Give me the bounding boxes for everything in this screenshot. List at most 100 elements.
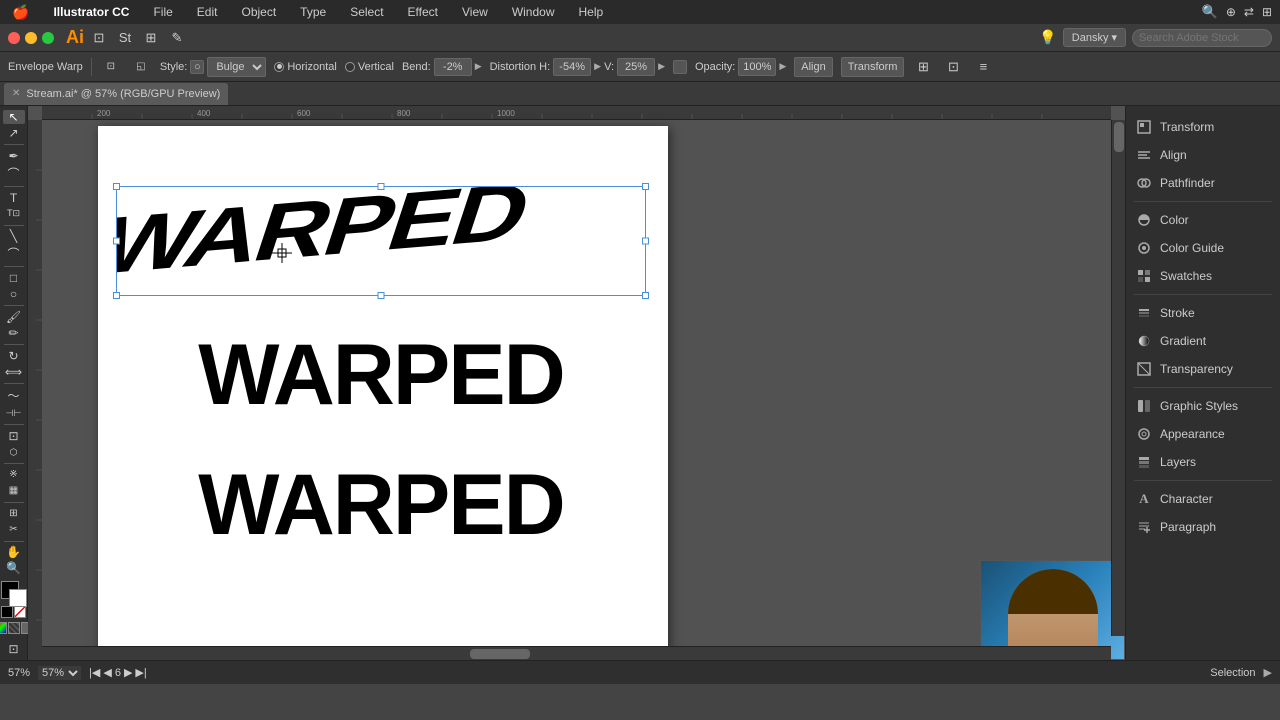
symbol-sprayer-tool[interactable]: ※ (3, 468, 25, 482)
opacity-arrow[interactable]: ▶ (779, 61, 786, 72)
tab-close-button[interactable]: ✕ (12, 88, 20, 99)
distortion-v-input[interactable] (617, 58, 655, 76)
character-panel-item[interactable]: A Character (1126, 486, 1280, 512)
menu-app[interactable]: Illustrator CC (49, 3, 133, 21)
handle-mid-left[interactable] (113, 238, 120, 245)
handle-bottom-mid[interactable] (378, 292, 385, 299)
appearance-panel-item[interactable]: Appearance (1126, 421, 1280, 447)
reflect-tool[interactable]: ⟺ (3, 365, 25, 379)
rotate-tool[interactable]: ↻ (3, 348, 25, 362)
ellipse-tool[interactable]: ○ (3, 287, 25, 301)
handle-mid-right[interactable] (642, 238, 649, 245)
menu-file[interactable]: File (149, 3, 176, 21)
warp-icon2[interactable]: ◱ (130, 56, 152, 78)
dist-v-right-arrow[interactable]: ▶ (658, 61, 665, 72)
align-panel-item[interactable]: Align (1126, 142, 1280, 168)
selection-tool[interactable]: ↖ (3, 110, 25, 124)
pencil-tool[interactable]: ✏ (3, 326, 25, 340)
menu-help[interactable]: Help (575, 3, 608, 21)
apple-menu[interactable]: 🍎 (8, 2, 33, 23)
pen-tool[interactable]: ✒ (3, 149, 25, 163)
gradient-panel-item[interactable]: Gradient (1126, 328, 1280, 354)
stock-icon[interactable]: St (114, 27, 136, 49)
distortion-h-input[interactable] (553, 58, 591, 76)
color-mode-icon[interactable] (0, 622, 7, 634)
vertical-scrollbar[interactable] (1111, 120, 1125, 636)
libraries-icon[interactable]: ⊞ (140, 27, 162, 49)
column-graph-tool[interactable]: ▦ (3, 484, 25, 498)
graphic-styles-panel-item[interactable]: Graphic Styles (1126, 393, 1280, 419)
style-select[interactable]: Bulge (207, 57, 266, 77)
warp-tool[interactable]: 〜 (3, 387, 25, 404)
type-tool[interactable]: T (3, 190, 25, 204)
change-screen-mode-icon[interactable]: ⊡ (3, 642, 25, 656)
menu-edit[interactable]: Edit (193, 3, 222, 21)
warp-envelope[interactable]: WARPED (116, 186, 646, 296)
dist-h-right-arrow[interactable]: ▶ (594, 61, 601, 72)
transparency-panel-item[interactable]: Transparency (1126, 356, 1280, 382)
arc-tool[interactable]: ⌒ (3, 245, 25, 262)
paintbrush-tool[interactable]: 🖌 (3, 310, 25, 324)
menu-object[interactable]: Object (237, 3, 280, 21)
menu-icon[interactable]: ≡ (972, 56, 994, 78)
bend-input[interactable] (434, 58, 472, 76)
menu-type[interactable]: Type (296, 3, 330, 21)
menu-select[interactable]: Select (346, 3, 387, 21)
free-transform-tool[interactable]: ⊡ (3, 429, 25, 443)
warp-icon1[interactable]: ⊡ (100, 56, 122, 78)
bridge-icon[interactable]: ⊡ (88, 27, 110, 49)
width-tool[interactable]: ⊣⊢ (3, 406, 25, 420)
grid-icon[interactable]: ⊞ (912, 56, 934, 78)
align-button[interactable]: Align (794, 57, 832, 77)
user-button[interactable]: Dansky ▾ (1063, 28, 1126, 47)
nav-prev[interactable]: ◀ (103, 666, 111, 679)
artboard-tool[interactable]: ⊞ (3, 506, 25, 520)
vertical-radio[interactable]: Vertical (345, 61, 394, 73)
nav-next[interactable]: ▶ (124, 666, 132, 679)
touch-type-tool[interactable]: T⊡ (3, 207, 25, 221)
gradient-icon[interactable] (8, 622, 20, 634)
hscroll-thumb[interactable] (470, 649, 530, 659)
transform-button[interactable]: Transform (841, 57, 905, 77)
scroll-thumb[interactable] (1114, 122, 1124, 152)
maximize-button[interactable] (42, 32, 54, 44)
layers-panel-item[interactable]: Layers (1126, 449, 1280, 475)
horizontal-radio[interactable]: Horizontal (274, 61, 337, 73)
horizontal-scrollbar[interactable] (42, 646, 1111, 660)
color-guide-panel-item[interactable]: Color Guide (1126, 235, 1280, 261)
opacity-input[interactable] (738, 58, 776, 76)
handle-bottom-right[interactable] (642, 292, 649, 299)
search-icon[interactable]: 🔍 (1202, 4, 1218, 20)
slice-tool[interactable]: ✂ (3, 523, 25, 537)
line-tool[interactable]: ╲ (3, 229, 25, 243)
handle-top-right[interactable] (642, 183, 649, 190)
rectangle-tool[interactable]: □ (3, 271, 25, 285)
bend-right-arrow[interactable]: ▶ (475, 61, 482, 72)
zoom-select[interactable]: 57% (38, 666, 81, 680)
document-tab[interactable]: ✕ Stream.ai* @ 57% (RGB/GPU Preview) (4, 83, 228, 105)
paragraph-panel-item[interactable]: Paragraph (1126, 514, 1280, 540)
minimize-button[interactable] (25, 32, 37, 44)
pathfinder-panel-item[interactable]: Pathfinder (1126, 170, 1280, 196)
menu-view[interactable]: View (458, 3, 492, 21)
swatches-panel-item[interactable]: Swatches (1126, 263, 1280, 289)
handle-top-left[interactable] (113, 183, 120, 190)
handle-bottom-left[interactable] (113, 292, 120, 299)
close-button[interactable] (8, 32, 20, 44)
pen-icon[interactable]: ✎ (166, 27, 188, 49)
search-input[interactable] (1132, 29, 1272, 47)
nav-last[interactable]: ▶| (135, 666, 146, 679)
perspective-tool[interactable]: ⬡ (3, 445, 25, 459)
curvature-tool[interactable]: ⌒ (3, 165, 25, 182)
zoom-tool[interactable]: 🔍 (3, 561, 25, 575)
transform-panel-item[interactable]: Transform (1126, 114, 1280, 140)
background-color[interactable] (9, 589, 27, 607)
color-panel-item[interactable]: Color (1126, 207, 1280, 233)
hand-tool[interactable]: ✋ (3, 545, 25, 559)
expand-icon[interactable]: ⊡ (942, 56, 964, 78)
nav-first[interactable]: |◀ (89, 666, 100, 679)
menu-window[interactable]: Window (508, 3, 559, 21)
direct-selection-tool[interactable]: ↗ (3, 126, 25, 140)
handle-top-mid[interactable] (378, 183, 385, 190)
menu-effect[interactable]: Effect (404, 3, 442, 21)
